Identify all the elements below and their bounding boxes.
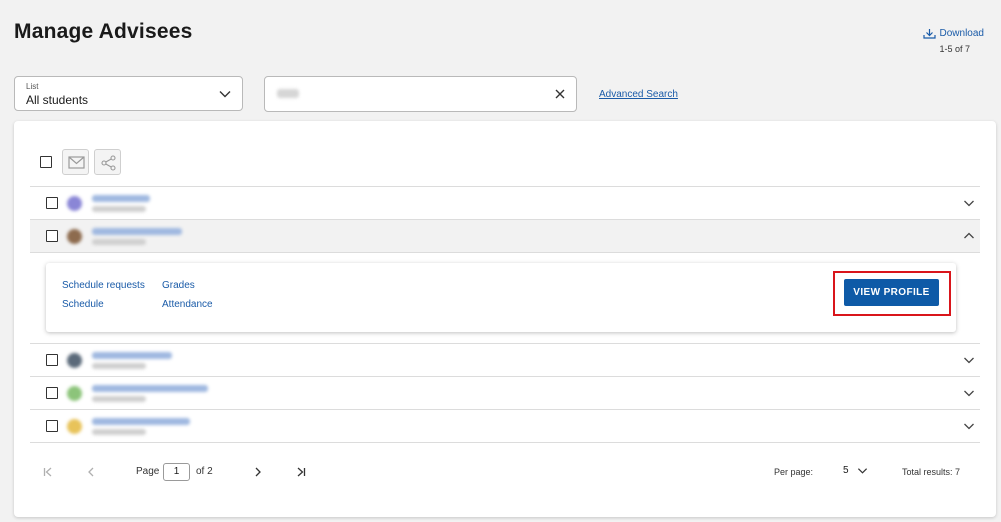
- last-page-icon[interactable]: [295, 466, 307, 478]
- share-icon: [101, 155, 116, 171]
- grades-link[interactable]: Grades: [162, 280, 195, 291]
- student-id: [92, 206, 146, 212]
- chevron-up-icon[interactable]: [963, 230, 975, 242]
- chevron-down-icon: [857, 468, 867, 474]
- page-number-input[interactable]: 1: [163, 463, 190, 481]
- chevron-down-icon[interactable]: [963, 420, 975, 432]
- student-checkbox[interactable]: [46, 230, 58, 242]
- student-id: [92, 396, 146, 402]
- chevron-down-icon[interactable]: [963, 197, 975, 209]
- download-icon: [922, 29, 936, 39]
- schedule-link[interactable]: Schedule: [62, 299, 104, 310]
- student-row[interactable]: [30, 344, 980, 376]
- student-checkbox[interactable]: [46, 354, 58, 366]
- avatar: [67, 229, 82, 244]
- student-name[interactable]: [92, 418, 190, 425]
- divider: [30, 442, 980, 443]
- select-all-checkbox[interactable]: [40, 156, 52, 168]
- total-results: Total results: 7: [902, 467, 961, 477]
- attendance-link[interactable]: Attendance: [162, 299, 213, 310]
- student-id: [92, 429, 146, 435]
- student-name[interactable]: [92, 195, 150, 202]
- previous-page-icon[interactable]: [85, 466, 97, 478]
- list-filter-label: List: [26, 82, 39, 91]
- chevron-down-icon: [219, 91, 231, 98]
- student-checkbox[interactable]: [46, 387, 58, 399]
- per-page-label: Per page:: [774, 467, 814, 477]
- avatar: [67, 419, 82, 434]
- search-input[interactable]: [264, 76, 577, 112]
- share-button[interactable]: [94, 149, 121, 175]
- avatar: [67, 353, 82, 368]
- student-row[interactable]: [30, 187, 980, 219]
- view-profile-button[interactable]: VIEW PROFILE: [844, 279, 939, 306]
- student-checkbox[interactable]: [46, 197, 58, 209]
- student-name[interactable]: [92, 385, 208, 392]
- avatar: [67, 386, 82, 401]
- chevron-down-icon[interactable]: [963, 387, 975, 399]
- page-title: Manage Advisees: [14, 20, 193, 43]
- first-page-icon[interactable]: [42, 466, 54, 478]
- student-row[interactable]: [30, 377, 980, 409]
- email-button[interactable]: [62, 149, 89, 175]
- download-link[interactable]: Download: [922, 28, 984, 39]
- student-id: [92, 363, 146, 369]
- per-page-select[interactable]: 5: [843, 465, 868, 476]
- download-label: Download: [939, 28, 984, 39]
- chevron-down-icon[interactable]: [963, 354, 975, 366]
- mail-icon: [68, 156, 85, 169]
- results-range: 1-5 of 7: [939, 44, 970, 54]
- list-filter-select[interactable]: List All students: [14, 76, 243, 111]
- student-checkbox[interactable]: [46, 420, 58, 432]
- list-filter-value: All students: [26, 93, 89, 107]
- next-page-icon[interactable]: [252, 466, 264, 478]
- close-icon[interactable]: [554, 88, 566, 100]
- page-label: Page: [136, 466, 160, 477]
- student-detail-panel: Schedule requests Grades Schedule Attend…: [46, 263, 956, 332]
- student-name[interactable]: [92, 228, 182, 235]
- advanced-search-link[interactable]: Advanced Search: [599, 89, 678, 100]
- page-count: of 2: [196, 466, 213, 477]
- avatar: [67, 196, 82, 211]
- student-name[interactable]: [92, 352, 172, 359]
- student-row[interactable]: [30, 410, 980, 442]
- student-row-expanded[interactable]: [30, 220, 980, 252]
- schedule-requests-link[interactable]: Schedule requests: [62, 280, 145, 291]
- search-value: [277, 89, 299, 98]
- per-page-value: 5: [843, 465, 849, 476]
- student-id: [92, 239, 146, 245]
- divider: [30, 252, 980, 253]
